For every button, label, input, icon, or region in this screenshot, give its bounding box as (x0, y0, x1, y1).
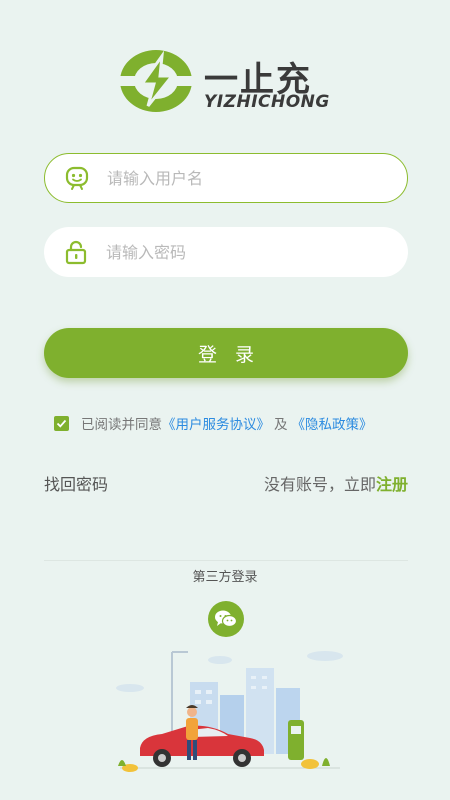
login-button[interactable]: 登录 (44, 328, 408, 378)
wechat-login-button[interactable] (208, 601, 244, 637)
check-icon (56, 419, 67, 428)
register-row: 没有账号，立即注册 (264, 471, 408, 495)
register-prompt: 没有账号，立即 (263, 475, 376, 494)
privacy-policy-link[interactable]: 《隐私政策》 (292, 413, 373, 433)
user-face-icon (63, 164, 91, 192)
register-link[interactable]: 注册 (376, 475, 408, 494)
app-logo: 一止充 YIZHICHONG (118, 48, 338, 118)
forgot-password-link[interactable]: 找回密码 (44, 471, 108, 495)
lock-icon (62, 238, 90, 266)
agreement-checkbox[interactable] (54, 415, 69, 431)
username-field[interactable] (44, 153, 408, 203)
wechat-icon (215, 610, 238, 628)
username-input[interactable] (107, 168, 367, 188)
agreement-and: 及 (274, 417, 288, 433)
password-input[interactable] (106, 242, 366, 262)
lightning-logo-icon (120, 50, 192, 112)
ev-charging-illustration (116, 651, 343, 772)
service-agreement-link[interactable]: 《用户服务协议》 (162, 413, 270, 433)
logo-english-text: YIZHICHONG (204, 92, 330, 112)
divider (44, 560, 408, 561)
password-field[interactable] (44, 227, 408, 277)
third-party-login-label: 第三方登录 (192, 570, 258, 585)
agreement-row: 已阅读并同意 《用户服务协议》 及 《隐私政策》 (54, 413, 373, 433)
agreement-prefix: 已阅读并同意 (81, 417, 162, 433)
